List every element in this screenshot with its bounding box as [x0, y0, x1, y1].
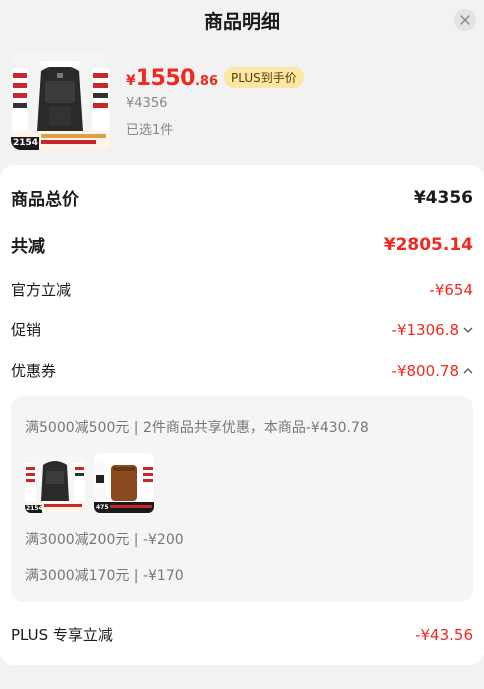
- plus-discount-value: -¥43.56: [415, 625, 473, 644]
- chevron-up-icon[interactable]: [463, 367, 473, 375]
- chevron-down-icon[interactable]: [463, 326, 473, 334]
- official-discount-row: 官方立减 -¥654: [11, 279, 473, 300]
- coupon-line-3000-200: 满3000减200元 | -¥200: [25, 532, 184, 548]
- thumb-price-badge: 2154: [26, 505, 43, 512]
- price-currency: ¥: [126, 73, 136, 89]
- price-integer: 1550: [135, 66, 196, 91]
- plus-price-badge: PLUS到手价: [224, 67, 304, 88]
- selected-count: 已选1件: [126, 123, 174, 138]
- official-discount-value: -¥654: [429, 280, 473, 299]
- plus-discount-label: PLUS 专享立减: [11, 626, 113, 644]
- backpack-image: [11, 51, 110, 150]
- promotion-label: 促销: [11, 321, 42, 339]
- price-detail-card: 商品总价 ¥4356 共减 ¥2805.14 官方立减 -¥654 促销 -¥1…: [0, 165, 484, 665]
- official-discount-label: 官方立减: [11, 281, 72, 299]
- total-price-label: 商品总价: [11, 190, 79, 210]
- total-discount-label: 共减: [11, 237, 45, 257]
- coupon-row[interactable]: 优惠券 -¥800.78: [11, 360, 473, 381]
- thumb-price-badge: 475: [96, 504, 109, 511]
- promotion-row[interactable]: 促销 -¥1306.8: [11, 319, 473, 340]
- header: 商品明细: [0, 0, 484, 44]
- plus-discount-row: PLUS 专享立减 -¥43.56: [11, 624, 473, 645]
- close-icon: [460, 15, 470, 25]
- promotion-value-wrap: -¥1306.8: [392, 321, 473, 339]
- product-summary: 2154 ¥ 1550 .86 PLUS到手价 ¥4356 已选1件: [0, 44, 484, 162]
- page-title: 商品明细: [203, 11, 280, 33]
- coupon-value-wrap: -¥800.78: [392, 362, 473, 380]
- coupon-label: 优惠券: [11, 362, 57, 380]
- thumbnail-price-badge: 2154: [13, 138, 39, 148]
- total-discount-value: ¥2805.14: [383, 234, 473, 255]
- close-button[interactable]: [454, 9, 476, 31]
- backpack-image: [25, 453, 85, 513]
- coupon-product-thumb-1[interactable]: 2154: [25, 453, 85, 513]
- promotion-value: -¥1306.8: [391, 320, 459, 339]
- product-thumbnail[interactable]: 2154: [11, 51, 110, 150]
- coupon-product-thumb-2[interactable]: 475: [94, 453, 154, 513]
- plus-price: ¥ 1550 .86 PLUS到手价: [126, 66, 304, 91]
- total-price-value: ¥4356: [413, 187, 473, 208]
- total-discount-row: 共减 ¥2805.14: [11, 232, 473, 258]
- coupon-detail-panel: 满5000减500元 | 2件商品共享优惠，本商品-¥430.78 2154 4…: [11, 396, 473, 602]
- coupon-value: -¥800.78: [391, 361, 459, 380]
- coupon-line-3000-170: 满3000减170元 | -¥170: [25, 568, 184, 584]
- original-price: ¥4356: [126, 96, 168, 111]
- price-decimal: .86: [194, 74, 219, 89]
- coupon-line-5000: 满5000减500元 | 2件商品共享优惠，本商品-¥430.78: [25, 420, 369, 436]
- total-price-row: 商品总价 ¥4356: [11, 185, 473, 211]
